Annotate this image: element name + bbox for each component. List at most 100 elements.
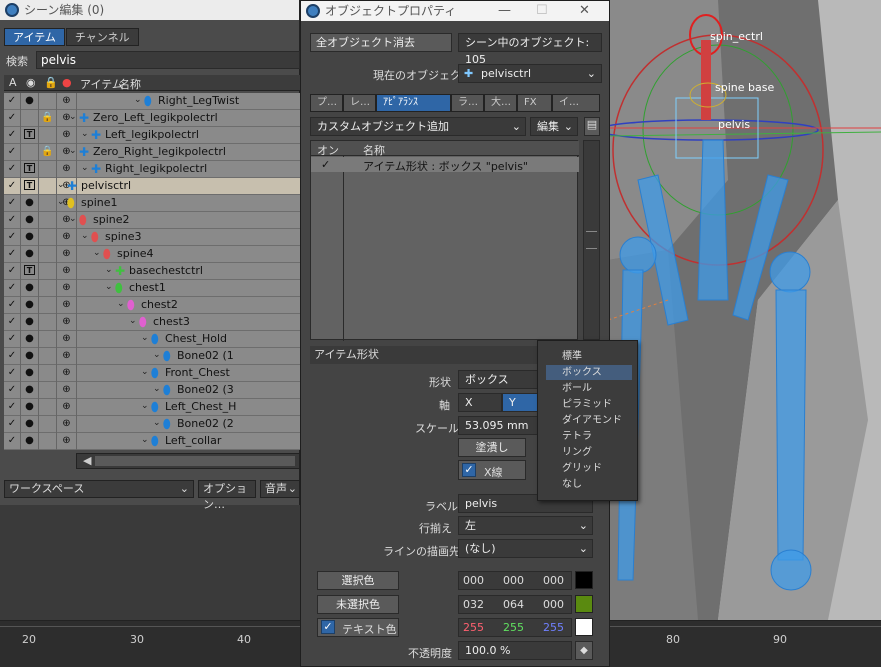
visibility-check-icon[interactable]: ✓ bbox=[4, 314, 21, 331]
tab-channels[interactable]: チャンネル bbox=[65, 28, 139, 46]
shape-menu-item[interactable]: グリッド bbox=[546, 461, 632, 476]
add-circle-icon[interactable]: ⊕ bbox=[57, 127, 77, 144]
shape-menu-item[interactable]: ボール bbox=[546, 381, 632, 396]
render-toggle-icon[interactable]: T bbox=[21, 161, 39, 178]
shape-menu-item[interactable]: テトラ bbox=[546, 429, 632, 444]
render-toggle-icon[interactable]: T bbox=[21, 178, 39, 195]
xray-toggle[interactable]: ✓ X線 bbox=[458, 460, 526, 480]
sel-b[interactable]: 000 bbox=[543, 572, 564, 589]
render-toggle-icon[interactable]: T bbox=[21, 263, 39, 280]
opacity-stepper-icon[interactable]: ◆ bbox=[575, 641, 593, 660]
visibility-check-icon[interactable]: ✓ bbox=[4, 382, 21, 399]
table-row[interactable]: ✓ ● ⊕ ⌄ ⬮ chest2 bbox=[4, 297, 300, 314]
lock-toggle-icon[interactable] bbox=[39, 365, 57, 382]
axis-y-button[interactable]: Y bbox=[502, 393, 538, 412]
table-row[interactable]: ✓ T ⊕ ⌄ ✚ Right_legikpolectrl bbox=[4, 161, 300, 178]
lock-toggle-icon[interactable]: 🔒 bbox=[39, 110, 57, 127]
lock-toggle-icon[interactable] bbox=[39, 212, 57, 229]
table-row[interactable]: ✓ ● ⊕ ⌄ ⬮ spine2 bbox=[4, 212, 300, 229]
visibility-check-icon[interactable]: ✓ bbox=[4, 297, 21, 314]
table-row[interactable]: ✓ ● ⊕ ⌄ ⬮ Bone02 (3 bbox=[4, 382, 300, 399]
lock-toggle-icon[interactable] bbox=[39, 331, 57, 348]
shape-menu-item[interactable]: ボックス bbox=[546, 365, 632, 380]
visibility-check-icon[interactable]: ✓ bbox=[4, 212, 21, 229]
add-circle-icon[interactable]: ⊕ bbox=[57, 263, 77, 280]
render-toggle-icon[interactable]: ● bbox=[21, 331, 39, 348]
lock-toggle-icon[interactable] bbox=[39, 399, 57, 416]
visibility-check-icon[interactable]: ✓ bbox=[4, 416, 21, 433]
lock-toggle-icon[interactable]: 🔒 bbox=[39, 144, 57, 161]
selected-color-button[interactable]: 選択色 bbox=[317, 571, 399, 590]
add-circle-icon[interactable]: ⊕ bbox=[57, 297, 77, 314]
add-circle-icon[interactable]: ⊕ bbox=[57, 93, 77, 110]
table-row[interactable]: ✓ ● ⊕ ⌄ ⬮ Left_collar bbox=[4, 433, 300, 450]
add-circle-icon[interactable]: ⊕ bbox=[57, 246, 77, 263]
props-tab[interactable]: 大… bbox=[484, 94, 517, 112]
visibility-check-icon[interactable]: ✓ bbox=[4, 263, 21, 280]
props-tab[interactable]: プ… bbox=[310, 94, 343, 112]
add-circle-icon[interactable]: ⊕ bbox=[57, 161, 77, 178]
lock-toggle-icon[interactable] bbox=[39, 433, 57, 450]
shape-menu-item[interactable]: なし bbox=[546, 477, 632, 492]
table-row[interactable]: ✓ T ⊕ ⌄ ✚ basechestctrl bbox=[4, 263, 300, 280]
unselected-color-rgb[interactable]: 032 064 000 bbox=[458, 595, 572, 614]
close-icon[interactable]: ✕ bbox=[579, 1, 590, 21]
unselected-color-button[interactable]: 未選択色 bbox=[317, 595, 399, 614]
visibility-check-icon[interactable]: ✓ bbox=[4, 433, 21, 450]
unsel-g[interactable]: 064 bbox=[503, 596, 524, 613]
visibility-check-icon[interactable]: ✓ bbox=[4, 161, 21, 178]
add-circle-icon[interactable]: ⊕ bbox=[57, 365, 77, 382]
render-toggle-icon[interactable]: ● bbox=[21, 433, 39, 450]
text-r[interactable]: 255 bbox=[463, 619, 484, 636]
table-row[interactable]: ✓ ● ⊕ ⌄ ⬮ Left_Chest_H bbox=[4, 399, 300, 416]
lock-toggle-icon[interactable] bbox=[39, 195, 57, 212]
lock-icon[interactable]: 🔒 bbox=[44, 76, 58, 89]
add-circle-icon[interactable]: ⊕ bbox=[57, 280, 77, 297]
visibility-check-icon[interactable]: ✓ bbox=[4, 178, 21, 195]
table-row[interactable]: ✓ ● ⊕ ⌄ ⬮ spine4 bbox=[4, 246, 300, 263]
solid-fill-button[interactable]: 塗潰し bbox=[458, 438, 526, 457]
tab-items[interactable]: アイテム bbox=[4, 28, 65, 46]
table-row[interactable]: ✓ 🔒 ⊕ ⌄ ✚ Zero_Left_legikpolectrl bbox=[4, 110, 300, 127]
render-toggle-icon[interactable]: ● bbox=[21, 246, 39, 263]
table-row[interactable]: ✓ ● ⊕ ⌄ ⬮ Bone02 (1 bbox=[4, 348, 300, 365]
lock-toggle-icon[interactable] bbox=[39, 161, 57, 178]
visibility-check-icon[interactable]: ✓ bbox=[4, 280, 21, 297]
table-row[interactable]: ✓ ● ⊕ ⌄ ⬮ Front_Chest bbox=[4, 365, 300, 382]
props-tab[interactable]: イ… bbox=[552, 94, 600, 112]
table-row[interactable]: ✓ ● ⊕ ⌄ ⬮ chest1 bbox=[4, 280, 300, 297]
text-color-rgb[interactable]: 255 255 255 bbox=[458, 618, 572, 637]
table-row[interactable]: ✓ T ⊕ ⌄ ✚ pelvisctrl bbox=[4, 178, 300, 195]
lock-toggle-icon[interactable] bbox=[39, 348, 57, 365]
opacity-input[interactable]: 100.0 % bbox=[458, 641, 572, 660]
lock-toggle-icon[interactable] bbox=[39, 127, 57, 144]
unsel-b[interactable]: 000 bbox=[543, 596, 564, 613]
line-to-dropdown[interactable]: (なし) ⌄ bbox=[458, 539, 593, 558]
render-toggle-icon[interactable]: ● bbox=[21, 314, 39, 331]
lock-toggle-icon[interactable] bbox=[39, 263, 57, 280]
render-toggle-icon[interactable]: ● bbox=[21, 229, 39, 246]
lock-toggle-icon[interactable] bbox=[39, 416, 57, 433]
render-toggle-icon[interactable]: ● bbox=[21, 280, 39, 297]
render-toggle-icon[interactable] bbox=[21, 144, 39, 161]
render-toggle-icon[interactable]: ● bbox=[21, 93, 39, 110]
add-circle-icon[interactable]: ⊕ bbox=[57, 399, 77, 416]
render-toggle-icon[interactable] bbox=[21, 110, 39, 127]
render-toggle-icon[interactable]: ● bbox=[21, 399, 39, 416]
color-icon[interactable]: ● bbox=[62, 76, 72, 89]
visibility-check-icon[interactable]: ✓ bbox=[4, 399, 21, 416]
render-toggle-icon[interactable]: ● bbox=[21, 382, 39, 399]
scroll-grip-icon[interactable] bbox=[586, 231, 597, 249]
lock-toggle-icon[interactable] bbox=[39, 314, 57, 331]
options-button[interactable]: オプション… bbox=[198, 480, 256, 511]
align-dropdown[interactable]: 左 ⌄ bbox=[458, 516, 593, 535]
visibility-check-icon[interactable]: ✓ bbox=[4, 195, 21, 212]
column-header-item[interactable]: アイテム bbox=[80, 76, 123, 92]
visibility-check-icon[interactable]: ✓ bbox=[4, 365, 21, 382]
add-circle-icon[interactable]: ⊕ bbox=[57, 229, 77, 246]
visibility-check-icon[interactable]: ✓ bbox=[4, 110, 21, 127]
visibility-check-icon[interactable]: ✓ bbox=[4, 229, 21, 246]
shape-menu-item[interactable]: 標準 bbox=[546, 349, 632, 364]
add-circle-icon[interactable]: ⊕ bbox=[57, 433, 77, 450]
shape-dropdown[interactable]: ボックス bbox=[458, 370, 538, 389]
